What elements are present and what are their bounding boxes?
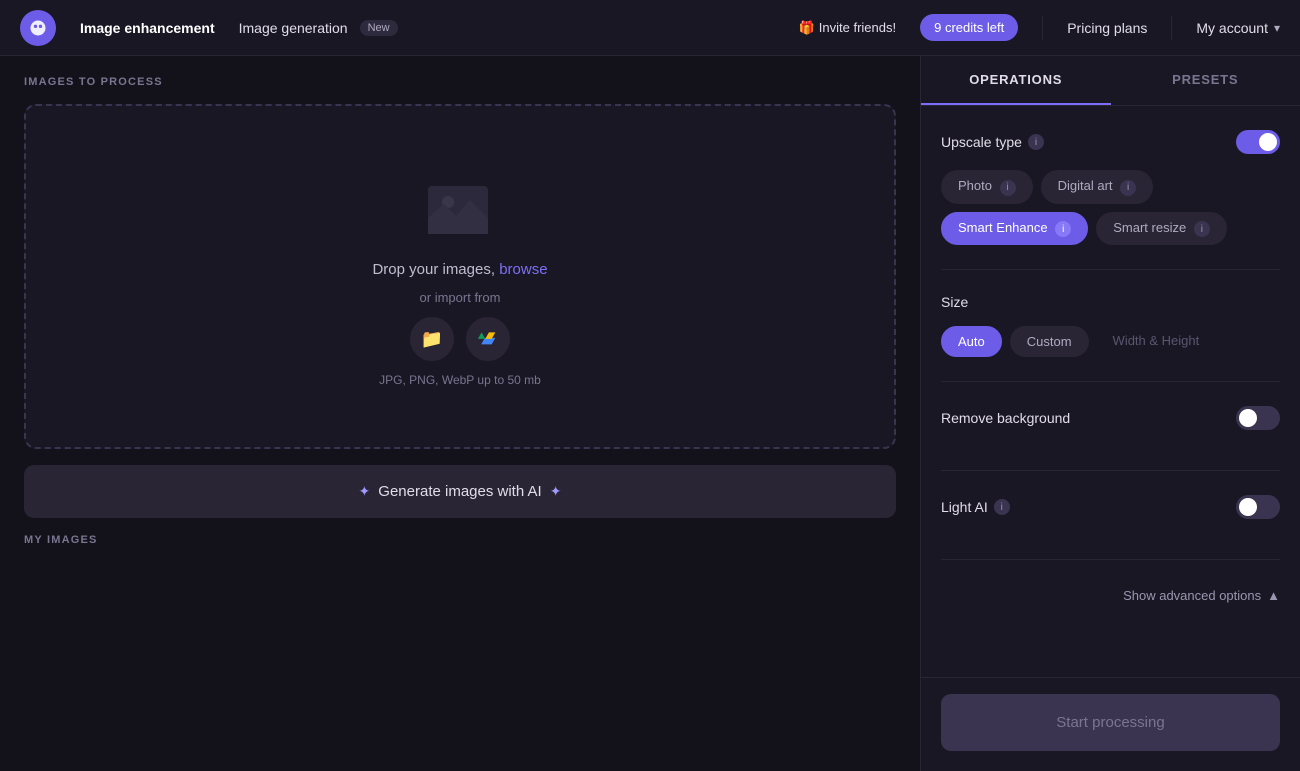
light-ai-row: Light AI i — [941, 495, 1280, 519]
remove-background-toggle[interactable] — [1236, 406, 1280, 430]
pill-custom[interactable]: Custom — [1010, 326, 1089, 357]
start-processing-button[interactable]: Start processing — [941, 694, 1280, 751]
invite-text: Invite friends! — [819, 20, 896, 35]
upscale-type-section: Upscale type i Photo i Digital art i — [941, 130, 1280, 270]
light-ai-info-icon[interactable]: i — [994, 499, 1010, 515]
pill-width-height: Width & Height — [1097, 326, 1216, 357]
gift-icon: 🎁 — [799, 20, 815, 36]
size-label: Size — [941, 294, 968, 310]
tabs-bar: OPERATIONS PRESETS — [921, 56, 1300, 106]
image-placeholder-icon — [420, 166, 500, 249]
import-folder-button[interactable]: 📁 — [410, 317, 454, 361]
credits-badge[interactable]: 9 credits left — [920, 14, 1018, 41]
tab-operations[interactable]: OPERATIONS — [921, 56, 1111, 105]
header: Image enhancement Image generation New 🎁… — [0, 0, 1300, 56]
images-section-title: IMAGES TO PROCESS — [24, 76, 896, 88]
main-layout: IMAGES TO PROCESS Drop your images, brow… — [0, 56, 1300, 771]
remove-background-row: Remove background — [941, 406, 1280, 430]
tab-presets[interactable]: PRESETS — [1111, 56, 1300, 105]
size-section: Size Auto Custom Width & Height — [941, 294, 1280, 382]
generate-images-button[interactable]: ✦ Generate images with AI ✦ — [24, 465, 896, 518]
pricing-plans-link[interactable]: Pricing plans — [1067, 20, 1147, 36]
badge-new: New — [360, 20, 398, 36]
my-images-title: MY IMAGES — [24, 534, 896, 546]
size-options: Auto Custom Width & Height — [941, 326, 1280, 357]
pill-smart-enhance[interactable]: Smart Enhance i — [941, 212, 1088, 246]
sparkle-icon-right: ✦ — [550, 483, 562, 500]
remove-background-section: Remove background — [941, 406, 1280, 471]
smart-enhance-info-icon[interactable]: i — [1055, 221, 1071, 237]
remove-background-label: Remove background — [941, 410, 1070, 426]
upscale-type-options: Photo i Digital art i Smart Enhance i Sm… — [941, 170, 1280, 245]
chevron-up-icon: ▲ — [1267, 588, 1280, 603]
generate-label: Generate images with AI — [378, 483, 541, 500]
left-panel: IMAGES TO PROCESS Drop your images, brow… — [0, 56, 920, 771]
sparkle-icon-left: ✦ — [359, 483, 371, 500]
folder-icon: 📁 — [421, 329, 443, 350]
upscale-type-label: Upscale type i — [941, 134, 1044, 150]
smart-resize-info-icon[interactable]: i — [1194, 221, 1210, 237]
pill-smart-resize[interactable]: Smart resize i — [1096, 212, 1227, 246]
pill-auto[interactable]: Auto — [941, 326, 1002, 357]
my-account-button[interactable]: My account ▾ — [1196, 20, 1280, 36]
pill-digital-art[interactable]: Digital art i — [1041, 170, 1154, 204]
import-buttons: 📁 — [410, 317, 510, 361]
pill-photo[interactable]: Photo i — [941, 170, 1033, 204]
right-panel: OPERATIONS PRESETS Upscale type i Photo … — [920, 56, 1300, 771]
upscale-type-toggle[interactable] — [1236, 130, 1280, 154]
invite-friends-button[interactable]: 🎁 Invite friends! — [799, 20, 897, 36]
photo-info-icon[interactable]: i — [1000, 180, 1016, 196]
light-ai-label: Light AI i — [941, 499, 1010, 515]
drop-text: Drop your images, browse — [372, 261, 547, 278]
divider — [1042, 16, 1043, 40]
upscale-type-info-icon[interactable]: i — [1028, 134, 1044, 150]
app-logo[interactable] — [20, 10, 56, 46]
import-text: or import from — [420, 290, 501, 305]
size-row: Size — [941, 294, 1280, 310]
digital-art-info-icon[interactable]: i — [1120, 180, 1136, 196]
my-account-label: My account — [1196, 20, 1268, 36]
file-types-label: JPG, PNG, WebP up to 50 mb — [379, 373, 541, 387]
drop-zone[interactable]: Drop your images, browse or import from … — [24, 104, 896, 449]
show-advanced-options[interactable]: Show advanced options ▲ — [941, 584, 1280, 619]
drive-icon — [477, 326, 499, 353]
divider2 — [1171, 16, 1172, 40]
show-advanced-label: Show advanced options — [1123, 588, 1261, 603]
import-drive-button[interactable] — [466, 317, 510, 361]
browse-link[interactable]: browse — [499, 261, 547, 278]
chevron-down-icon: ▾ — [1274, 21, 1280, 35]
bottom-actions: Start processing — [921, 677, 1300, 771]
nav-image-generation[interactable]: Image generation — [239, 20, 348, 36]
options-content: Upscale type i Photo i Digital art i — [921, 106, 1300, 677]
light-ai-toggle[interactable] — [1236, 495, 1280, 519]
light-ai-section: Light AI i — [941, 495, 1280, 560]
upscale-type-row: Upscale type i — [941, 130, 1280, 154]
nav-image-enhancement[interactable]: Image enhancement — [80, 20, 215, 36]
